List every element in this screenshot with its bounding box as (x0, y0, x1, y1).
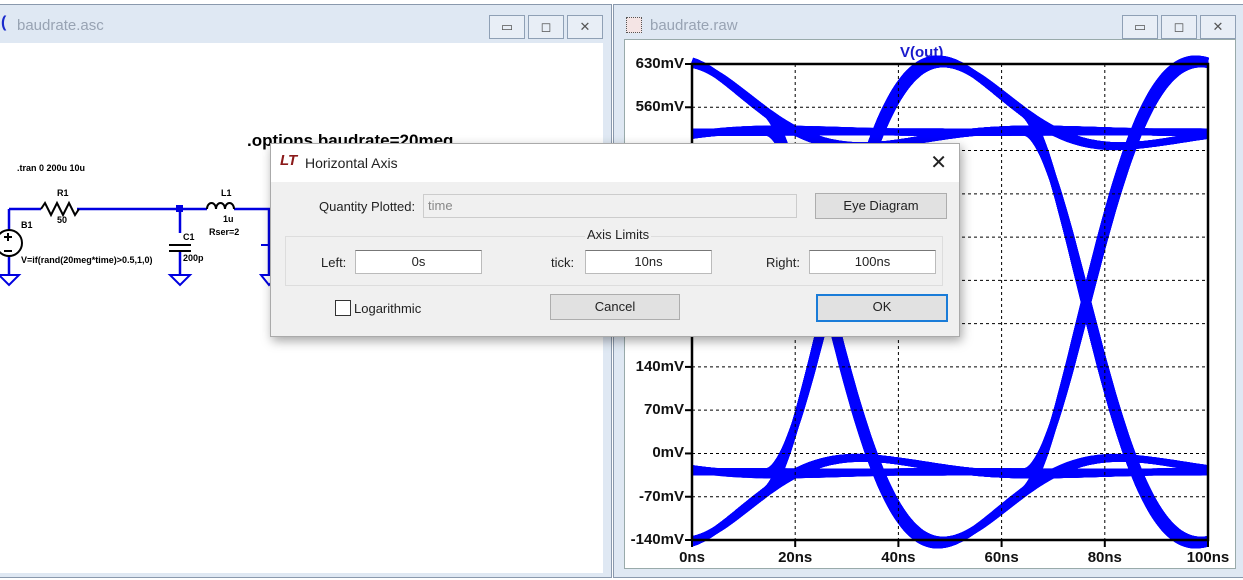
left-label: Left: (321, 255, 347, 270)
capacitor-c1 (169, 244, 191, 252)
ok-button[interactable]: OK (816, 294, 948, 322)
close-button[interactable]: ✕ (567, 15, 603, 39)
ltspice-icon: ( (1, 14, 7, 31)
y-tick-label: -70mV (638, 487, 684, 505)
inductor-l1 (206, 202, 235, 210)
tran-directive[interactable]: .tran 0 200u 10u (17, 163, 85, 173)
ltspice-logo-icon: LT (280, 152, 298, 169)
schematic-title: baudrate.asc (17, 17, 104, 34)
logarithmic-label[interactable]: Logarithmic (354, 301, 421, 316)
quantity-plotted-label: Quantity Plotted: (319, 199, 416, 214)
waveform-titlebar[interactable]: baudrate.raw ▭ ◻ ✕ (614, 5, 1243, 41)
b1-expression: V=if(rand(20meg*time)>0.5,1,0) (21, 255, 153, 265)
c1-value: 200p (183, 253, 204, 263)
tick-input[interactable]: 10ns (585, 250, 712, 274)
minimize-button[interactable]: ▭ (1122, 15, 1158, 39)
x-tick-label: 80ns (1087, 549, 1122, 566)
waveform-file-icon (626, 17, 642, 33)
x-tick-label: 40ns (881, 549, 916, 566)
voltage-source-b1 (0, 229, 23, 257)
axis-limits-label: Axis Limits (585, 227, 652, 242)
r1-label: R1 (57, 188, 69, 198)
dialog-close-icon[interactable]: ✕ (930, 150, 947, 175)
resistor-r1 (40, 200, 80, 218)
y-tick-label: 70mV (643, 401, 684, 419)
right-label: Right: (766, 255, 800, 270)
maximize-button[interactable]: ◻ (528, 15, 564, 39)
l1-value: 1u (223, 214, 234, 224)
x-tick-label: 0ns (679, 549, 705, 566)
eye-diagram-button[interactable]: Eye Diagram (815, 193, 947, 219)
dialog-titlebar[interactable]: LT Horizontal Axis ✕ (271, 144, 959, 182)
x-tick-label: 60ns (984, 549, 1019, 566)
ground-symbol (0, 274, 193, 287)
horizontal-axis-dialog: LT Horizontal Axis ✕ Quantity Plotted: t… (270, 143, 960, 337)
l1-rser: Rser=2 (209, 227, 240, 237)
c1-label: C1 (183, 232, 195, 242)
plot-title[interactable]: V(out) (900, 44, 943, 61)
l1-label: L1 (221, 188, 232, 198)
schematic-titlebar[interactable]: ( baudrate.asc ▭ ◻ ✕ (0, 5, 611, 41)
x-tick-label: 20ns (778, 549, 813, 566)
waveform-title: baudrate.raw (650, 17, 738, 34)
r1-value: 50 (57, 215, 68, 225)
maximize-button[interactable]: ◻ (1161, 15, 1197, 39)
y-tick-label: 140mV (635, 357, 684, 375)
junction (176, 205, 183, 212)
tick-label: tick: (551, 255, 575, 270)
y-tick-label: 0mV (652, 444, 684, 462)
y-tick-label: 560mV (635, 98, 684, 116)
y-tick-label: 630mV (635, 55, 684, 72)
x-tick-label: 100ns (1186, 549, 1230, 566)
y-tick-label: -140mV (630, 531, 684, 548)
b1-label: B1 (21, 220, 33, 230)
cancel-button[interactable]: Cancel (550, 294, 680, 320)
logarithmic-checkbox[interactable] (335, 300, 351, 316)
close-button[interactable]: ✕ (1200, 15, 1236, 39)
wire (7, 207, 274, 275)
dialog-title: Horizontal Axis (305, 155, 398, 171)
quantity-plotted-field[interactable]: time (423, 194, 797, 218)
left-limit-input[interactable]: 0s (355, 250, 482, 274)
minimize-button[interactable]: ▭ (489, 15, 525, 39)
right-limit-input[interactable]: 100ns (809, 250, 936, 274)
